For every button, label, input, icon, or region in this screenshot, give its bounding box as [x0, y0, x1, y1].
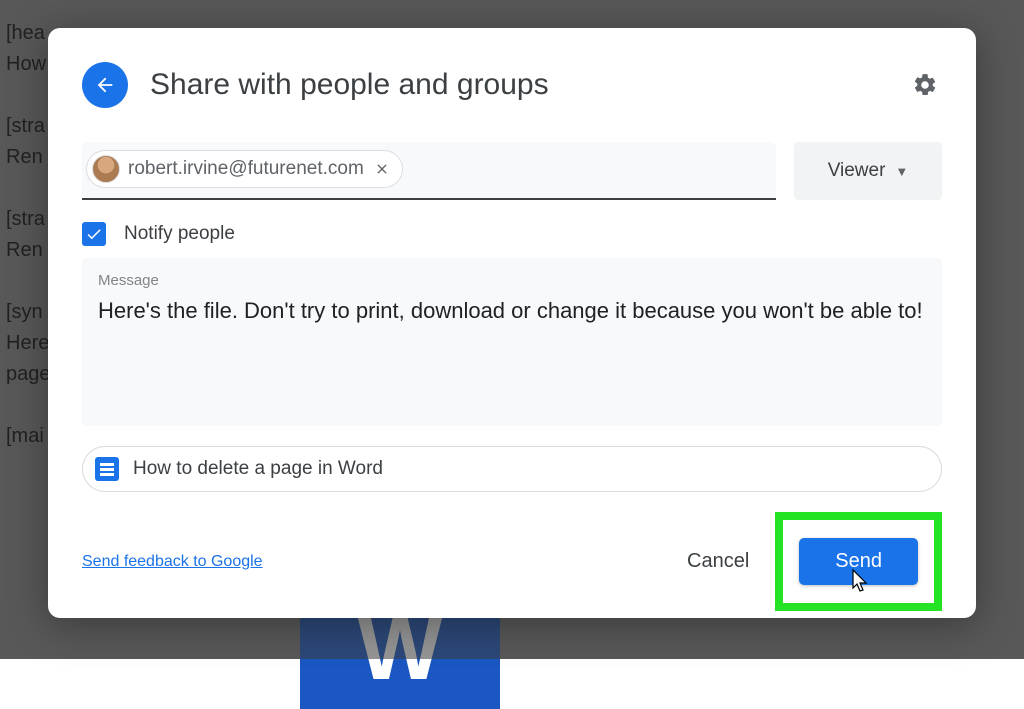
notify-row: Notify people	[82, 222, 942, 246]
arrow-left-icon	[94, 74, 116, 96]
attachment-chip[interactable]: How to delete a page in Word	[82, 446, 942, 492]
role-label: Viewer	[828, 160, 886, 182]
gear-icon	[912, 72, 938, 98]
notify-label: Notify people	[124, 223, 235, 245]
chevron-down-icon: ▼	[895, 164, 908, 179]
remove-recipient-button[interactable]	[372, 159, 392, 179]
dialog-title: Share with people and groups	[150, 68, 886, 102]
role-dropdown[interactable]: Viewer ▼	[794, 142, 942, 200]
attachment-name: How to delete a page in Word	[133, 458, 383, 480]
close-icon	[374, 161, 390, 177]
notify-checkbox[interactable]	[82, 222, 106, 246]
docs-icon	[95, 457, 119, 481]
recipient-input[interactable]: robert.irvine@futurenet.com	[82, 142, 776, 200]
dialog-footer: Send feedback to Google Cancel Send	[82, 492, 942, 611]
share-dialog: Share with people and groups robert.irvi…	[48, 28, 976, 618]
recipient-email: robert.irvine@futurenet.com	[128, 158, 364, 180]
cancel-button[interactable]: Cancel	[665, 540, 771, 583]
send-highlight: Send	[775, 512, 942, 611]
avatar	[92, 155, 120, 183]
message-box[interactable]: Message Here's the file. Don't try to pr…	[82, 258, 942, 426]
settings-button[interactable]	[908, 68, 942, 102]
feedback-link[interactable]: Send feedback to Google	[82, 553, 263, 571]
message-caption: Message	[98, 272, 926, 289]
back-button[interactable]	[82, 62, 128, 108]
send-button[interactable]: Send	[799, 538, 918, 585]
check-icon	[85, 225, 103, 243]
recipient-chip[interactable]: robert.irvine@futurenet.com	[86, 150, 403, 188]
recipient-row: robert.irvine@futurenet.com Viewer ▼	[82, 142, 942, 200]
dialog-header: Share with people and groups	[82, 62, 942, 108]
message-text: Here's the file. Don't try to print, dow…	[98, 293, 926, 328]
